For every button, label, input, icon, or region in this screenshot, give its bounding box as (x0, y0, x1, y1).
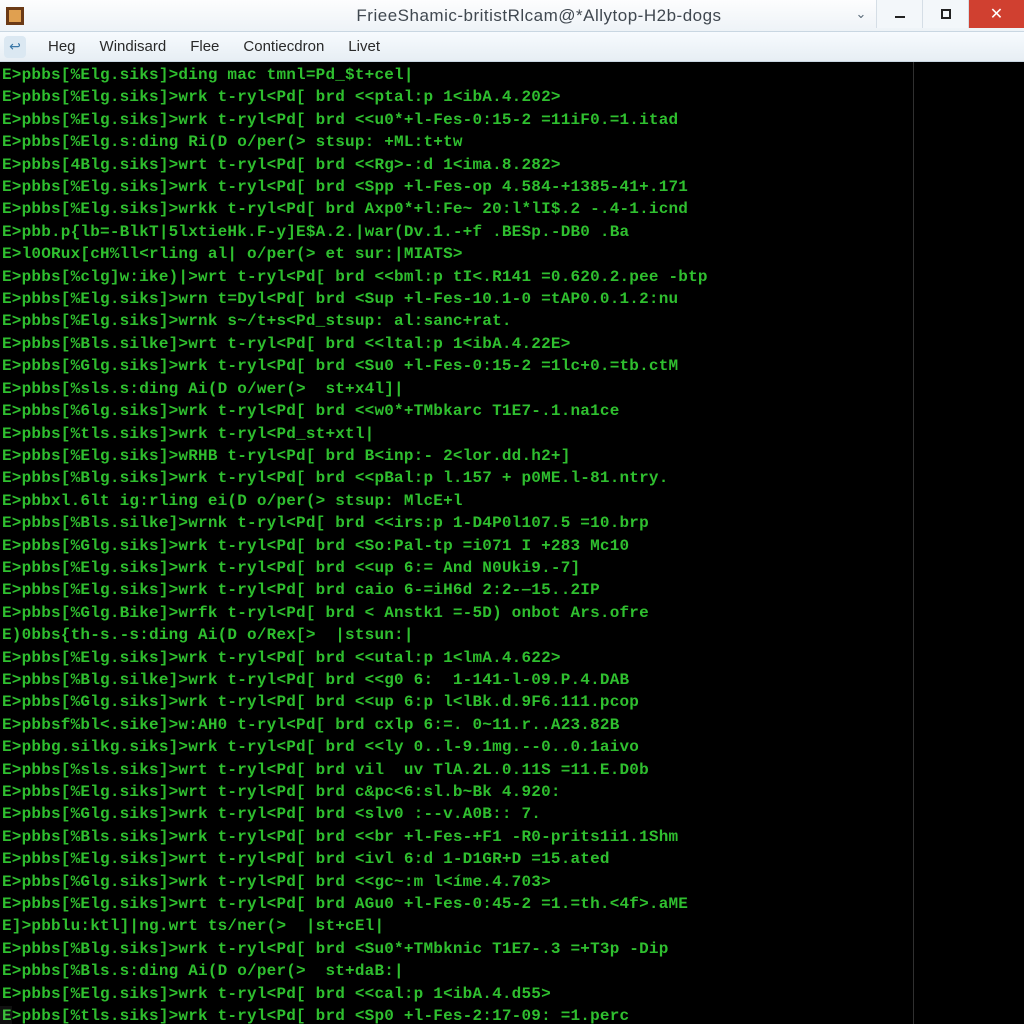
title-bar[interactable]: FrieeShamic-britistRlcam@*Allytop-H2b-do… (0, 0, 1024, 32)
terminal-line: E>pbbs[%sls.s:ding Ai(D o/wer(> st+x4l]| (2, 378, 1020, 400)
terminal-line: E>pbbs[%Elg.siks]>wrnk s~/t+s<Pd_stsup: … (2, 310, 1020, 332)
minimize-button[interactable] (876, 0, 922, 28)
terminal-line: E>pbbs[%Glg.siks]>wrk t-ryl<Pd[ brd <<gc… (2, 871, 1020, 893)
terminal-line: E>pbbs[%clg]w:ike)|>wrt t-ryl<Pd[ brd <<… (2, 266, 1020, 288)
terminal-line: E>pbbs[%Bls.silke]>wrt t-ryl<Pd[ brd <<l… (2, 333, 1020, 355)
terminal-line: E>pbbs[%sls.siks]>wrt t-ryl<Pd[ brd vil … (2, 759, 1020, 781)
app-window: FrieeShamic-britistRlcam@*Allytop-H2b-do… (0, 0, 1024, 1024)
terminal-line: E>pbbs[%Glg.siks]>wrk t-ryl<Pd[ brd <So:… (2, 535, 1020, 557)
menu-windisard[interactable]: Windisard (88, 34, 179, 59)
terminal-line: E>l0ORux[cH%ll<rling al| o/per(> et sur:… (2, 243, 1020, 265)
terminal-line: E>pbbs[%Elg.siks]>wrk t-ryl<Pd[ brd <Spp… (2, 176, 1020, 198)
menu-bar: ↩ Heg Windisard Flee Contiecdron Livet (0, 32, 1024, 62)
terminal-line: E>pbbs[%Elg.s:ding Ri(D o/per(> stsup: +… (2, 131, 1020, 153)
menu-flee[interactable]: Flee (178, 34, 231, 59)
terminal-line: E>pbbs[%Elg.siks]>wrkk t-ryl<Pd[ brd Axp… (2, 198, 1020, 220)
back-icon[interactable]: ↩ (4, 36, 26, 58)
window-controls: ⌄ ✕ (846, 0, 1024, 31)
window-title: FrieeShamic-britistRlcam@*Allytop-H2b-do… (232, 6, 846, 26)
terminal-line: E)0bbs{th-s.-s:ding Ai(D o/Rex[> |stsun:… (2, 624, 1020, 646)
terminal-line: E>pbbs[%Glg.Bike]>wrfk t-ryl<Pd[ brd < A… (2, 602, 1020, 624)
terminal-line: E>pbbs[%Elg.siks]>wrt t-ryl<Pd[ brd <ivl… (2, 848, 1020, 870)
terminal-line: E>pbbs[%Elg.siks]>wrt t-ryl<Pd[ brd AGu0… (2, 893, 1020, 915)
terminal-line: E]>pbblu:ktl]|ng.wrt ts/ner(> |st+cEl| (2, 915, 1020, 937)
terminal-line: E>pbbs[%Elg.siks]>wrk t-ryl<Pd[ brd <<up… (2, 557, 1020, 579)
terminal-line: E>pbbs[%Glg.siks]>wrk t-ryl<Pd[ brd <Su0… (2, 355, 1020, 377)
terminal-line: E>pbbs[%Elg.siks]>wrn t=Dyl<Pd[ brd <Sup… (2, 288, 1020, 310)
terminal-line: E>pbbs[%Elg.siks]>wrk t-ryl<Pd[ brd <<pt… (2, 86, 1020, 108)
terminal-line: E>pbbs[%Elg.siks]>wrk t-ryl<Pd[ brd <<ut… (2, 647, 1020, 669)
menu-heg[interactable]: Heg (36, 34, 88, 59)
terminal-line: E>pbbs[%Elg.siks]>wrk t-ryl<Pd[ brd caio… (2, 579, 1020, 601)
terminal-line: E>pbbs[4Blg.siks]>wrt t-ryl<Pd[ brd <<Rg… (2, 154, 1020, 176)
terminal-line: E>pbbs[%Blg.silke]>wrk t-ryl<Pd[ brd <<g… (2, 669, 1020, 691)
maximize-button[interactable] (922, 0, 968, 28)
terminal-line: E>pbbs[%Elg.siks]>ding mac tmnl=Pd_$t+ce… (2, 64, 1020, 86)
terminal-output: E>pbbs[%Elg.siks]>ding mac tmnl=Pd_$t+ce… (0, 62, 1024, 1024)
terminal-line: E>pbbs[%Glg.siks]>wrk t-ryl<Pd[ brd <slv… (2, 803, 1020, 825)
status-bar (0, 1006, 12, 1024)
terminal-line: E>pbbs[%6lg.siks]>wrk t-ryl<Pd[ brd <<w0… (2, 400, 1020, 422)
terminal-pane[interactable]: E>pbbs[%Elg.siks]>ding mac tmnl=Pd_$t+ce… (0, 62, 1024, 1024)
close-button[interactable]: ✕ (968, 0, 1024, 28)
terminal-line: E>pbb.p{lb=-BlkT|5lxtieHk.F-y]E$A.2.|war… (2, 221, 1020, 243)
terminal-line: E>pbbsf%bl<.sike]>w:AH0 t-ryl<Pd[ brd cx… (2, 714, 1020, 736)
terminal-line: E>pbbs[%Elg.siks]>wrt t-ryl<Pd[ brd c&pc… (2, 781, 1020, 803)
terminal-line: E>pbbs[%Glg.siks]>wrk t-ryl<Pd[ brd <<up… (2, 691, 1020, 713)
terminal-line: E>pbbxl.6lt ig:rling ei(D o/per(> stsup:… (2, 490, 1020, 512)
terminal-line: E>pbbs[%Bls.silke]>wrnk t-ryl<Pd[ brd <<… (2, 512, 1020, 534)
terminal-line: E>pbbs[%Blg.siks]>wrk t-ryl<Pd[ brd <Su0… (2, 938, 1020, 960)
terminal-line: E>pbbs[%Blg.siks]>wrk t-ryl<Pd[ brd <<pB… (2, 467, 1020, 489)
terminal-line: E>pbbs[%tls.siks]>wrk t-ryl<Pd_st+xtl| (2, 423, 1020, 445)
terminal-line: E>pbbs[%Elg.siks]>wRHB t-ryl<Pd[ brd B<i… (2, 445, 1020, 467)
terminal-line: E>pbbs[%tls.siks]>wrk t-ryl<Pd[ brd <Sp0… (2, 1005, 1020, 1024)
terminal-line: E>pbbg.silkg.siks]>wrk t-ryl<Pd[ brd <<l… (2, 736, 1020, 758)
terminal-line: E>pbbs[%Bls.s:ding Ai(D o/per(> st+daB:| (2, 960, 1020, 982)
terminal-line: E>pbbs[%Elg.siks]>wrk t-ryl<Pd[ brd <<u0… (2, 109, 1020, 131)
app-icon (6, 7, 24, 25)
terminal-line: E>pbbs[%Elg.siks]>wrk t-ryl<Pd[ brd <<ca… (2, 983, 1020, 1005)
menu-livet[interactable]: Livet (336, 34, 392, 59)
menu-contiecdron[interactable]: Contiecdron (231, 34, 336, 59)
caret-down-button[interactable]: ⌄ (846, 0, 876, 28)
terminal-line: E>pbbs[%Bls.siks]>wrk t-ryl<Pd[ brd <<br… (2, 826, 1020, 848)
